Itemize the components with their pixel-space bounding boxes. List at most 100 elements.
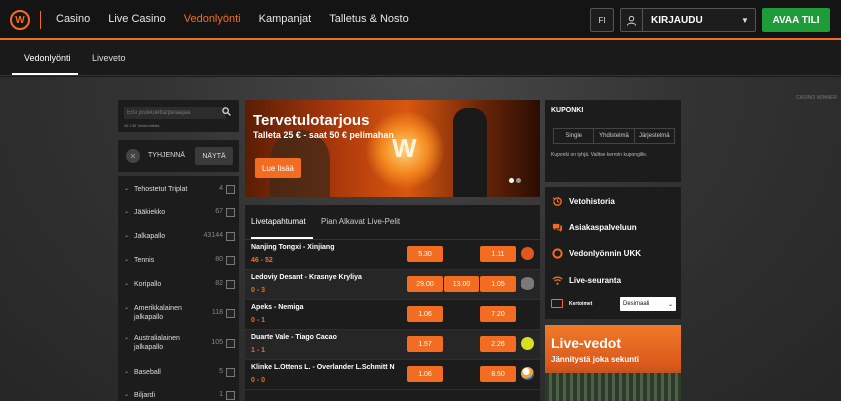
tab-single[interactable]: Single — [554, 129, 595, 143]
link-customer-service[interactable]: Asiakaspalveluun — [551, 220, 637, 234]
sport-checkbox[interactable] — [226, 368, 235, 377]
search-box: 46 136 Vetokohteita — [118, 100, 239, 132]
sport-name: Baseball — [134, 369, 161, 376]
odds-button[interactable]: 1.06 — [407, 366, 443, 382]
sport-count: 5 — [219, 368, 223, 375]
carousel-dot[interactable] — [516, 178, 521, 183]
chat-icon — [551, 221, 563, 233]
odds-value: 5.30 — [418, 250, 432, 258]
table-row[interactable]: Duarte Vale - Tiago Cacao 1 - 1 1.57 2.2… — [245, 330, 540, 360]
event-score: 46 - 52 — [251, 257, 273, 264]
odds-button[interactable]: 13.00 — [444, 276, 479, 292]
sport-checkbox[interactable] — [226, 256, 235, 265]
clear-icon[interactable]: ✕ — [126, 149, 140, 163]
login-button[interactable]: KIRJAUDU ▼ — [620, 8, 756, 32]
sport-checkbox[interactable] — [226, 309, 235, 318]
table-row[interactable]: Klinke L.Ottens L. - Overlander L.Schmit… — [245, 360, 540, 390]
basketball-icon — [521, 247, 534, 260]
link-faq[interactable]: Vedonlyönnin UKK — [551, 246, 641, 260]
history-icon — [551, 195, 563, 207]
odds-button[interactable]: 1.57 — [407, 336, 443, 352]
tab-upcoming-live[interactable]: Pian Alkavat Live-Pelit — [321, 217, 400, 226]
language-button[interactable]: FI — [590, 8, 614, 32]
bet-slip-empty-text: Kuponki on tyhjä. Valitse kerroin kupong… — [551, 152, 648, 158]
nav-live-casino[interactable]: Live Casino — [108, 13, 165, 25]
chevron-down-icon: ⌄ — [124, 281, 130, 287]
odds-format-label: Kertoimet — [569, 300, 593, 307]
odds-button[interactable]: 8.50 — [480, 366, 516, 382]
live-betting-promo[interactable]: Live-vedot Jännitystä joka sekunti — [545, 325, 681, 401]
tab-combination[interactable]: Yhdistelmä — [594, 129, 635, 143]
read-more-button[interactable]: Lue lisää — [255, 158, 301, 178]
event-score: 0 - 0 — [251, 377, 266, 384]
odds-button[interactable]: 7.20 — [480, 306, 516, 322]
search-icon[interactable] — [222, 107, 231, 118]
join-button[interactable]: AVAA TILI — [762, 8, 830, 32]
odds-value: 1.05 — [491, 280, 505, 288]
hockey-puck-icon — [521, 277, 534, 290]
odds-button[interactable]: 5.30 — [407, 246, 443, 262]
sport-checkbox[interactable] — [226, 391, 235, 400]
main-nav: Casino Live Casino Vedonlyönti Kampanjat… — [56, 13, 409, 25]
event-score: 0 - 3 — [251, 287, 266, 294]
sport-count: 118 — [211, 309, 223, 316]
brand-logo[interactable]: W — [10, 10, 30, 30]
link-bet-history[interactable]: Vetohistoria — [551, 194, 615, 208]
link-label: Vetohistoria — [569, 196, 615, 206]
odds-format-select[interactable]: Desimaali ⌄ — [620, 297, 676, 311]
chevron-down-icon: ⌄ — [124, 186, 130, 192]
bet-slip-title: KUPONKI — [551, 107, 584, 114]
tab-system[interactable]: Järjestelmä — [635, 129, 674, 143]
odds-format-icon — [551, 299, 563, 308]
sport-checkbox[interactable] — [226, 232, 235, 241]
promo-subtitle: Jännitystä joka sekunti — [551, 355, 640, 364]
chevron-down-icon: ⌄ — [124, 305, 130, 311]
sport-count: 67 — [215, 208, 223, 215]
banner-subtitle: Talleta 25 € - saat 50 € pelimahan — [253, 130, 394, 140]
table-row[interactable]: Nanjing Tongxi - Xinjiang 46 - 52 5.30 1… — [245, 240, 540, 270]
tab-live-events[interactable]: Livetapahtumat — [251, 217, 306, 226]
link-live-tracking[interactable]: Live-seuranta — [551, 273, 621, 287]
watermark: CASINO WINNER — [796, 95, 837, 101]
chevron-down-icon: ⌄ — [124, 257, 130, 263]
odds-value: 1.06 — [418, 370, 432, 378]
sport-checkbox[interactable] — [226, 185, 235, 194]
tab-sportsbook[interactable]: Vedonlyönti — [24, 53, 71, 63]
table-row[interactable]: Ledoviy Desant - Krasnye Kryliya 0 - 3 2… — [245, 270, 540, 300]
sports-list: ⌄ Tehostetut Triplat 4 ⌄ Jääkiekko 67 ⌄ … — [118, 176, 239, 401]
odds-button[interactable]: 2.26 — [480, 336, 516, 352]
nav-casino[interactable]: Casino — [56, 13, 90, 25]
odds-value: 7.20 — [491, 310, 505, 318]
nav-sportsbook[interactable]: Vedonlyönti — [184, 13, 241, 25]
show-button[interactable]: NÄYTÄ — [195, 147, 233, 165]
link-label: Live-seuranta — [569, 275, 622, 285]
sport-name: Biljardi — [134, 392, 156, 399]
odds-button[interactable]: 1.06 — [407, 306, 443, 322]
welcome-banner[interactable]: W Tervetulotarjous Talleta 25 € - saat 5… — [245, 100, 540, 197]
search-input[interactable] — [124, 107, 226, 119]
odds-value: 29.00 — [416, 280, 434, 288]
table-row[interactable]: Apeks - Nemiga 0 - 1 1.06 7.20 — [245, 300, 540, 330]
clear-filters-button[interactable]: TYHJENNÄ — [148, 152, 185, 159]
carousel-dot-active[interactable] — [509, 178, 514, 183]
chevron-down-icon: ⌄ — [124, 392, 130, 398]
event-teams: Apeks - Nemiga — [251, 304, 304, 311]
nav-promotions[interactable]: Kampanjat — [259, 13, 312, 25]
sport-checkbox[interactable] — [226, 280, 235, 289]
sport-checkbox[interactable] — [226, 339, 235, 348]
tab-live-betting[interactable]: Liveveto — [92, 53, 126, 63]
odds-value: 8.50 — [491, 370, 505, 378]
top-bar: W Casino Live Casino Vedonlyönti Kampanj… — [0, 0, 841, 40]
sport-count: 80 — [215, 256, 223, 263]
sport-name: Tennis — [134, 257, 155, 264]
odds-value: 1.57 — [418, 340, 432, 348]
sport-count: 4 — [219, 185, 223, 192]
odds-button[interactable]: 1.11 — [480, 246, 516, 262]
odds-button[interactable]: 29.00 — [407, 276, 443, 292]
odds-format: Kertoimet — [551, 299, 592, 308]
odds-format-value: Desimaali — [623, 301, 650, 307]
nav-deposit-withdraw[interactable]: Talletus & Nosto — [329, 13, 408, 25]
sport-name: Tehostetut Triplat — [134, 186, 188, 193]
sport-checkbox[interactable] — [226, 208, 235, 217]
odds-button[interactable]: 1.05 — [480, 276, 516, 292]
